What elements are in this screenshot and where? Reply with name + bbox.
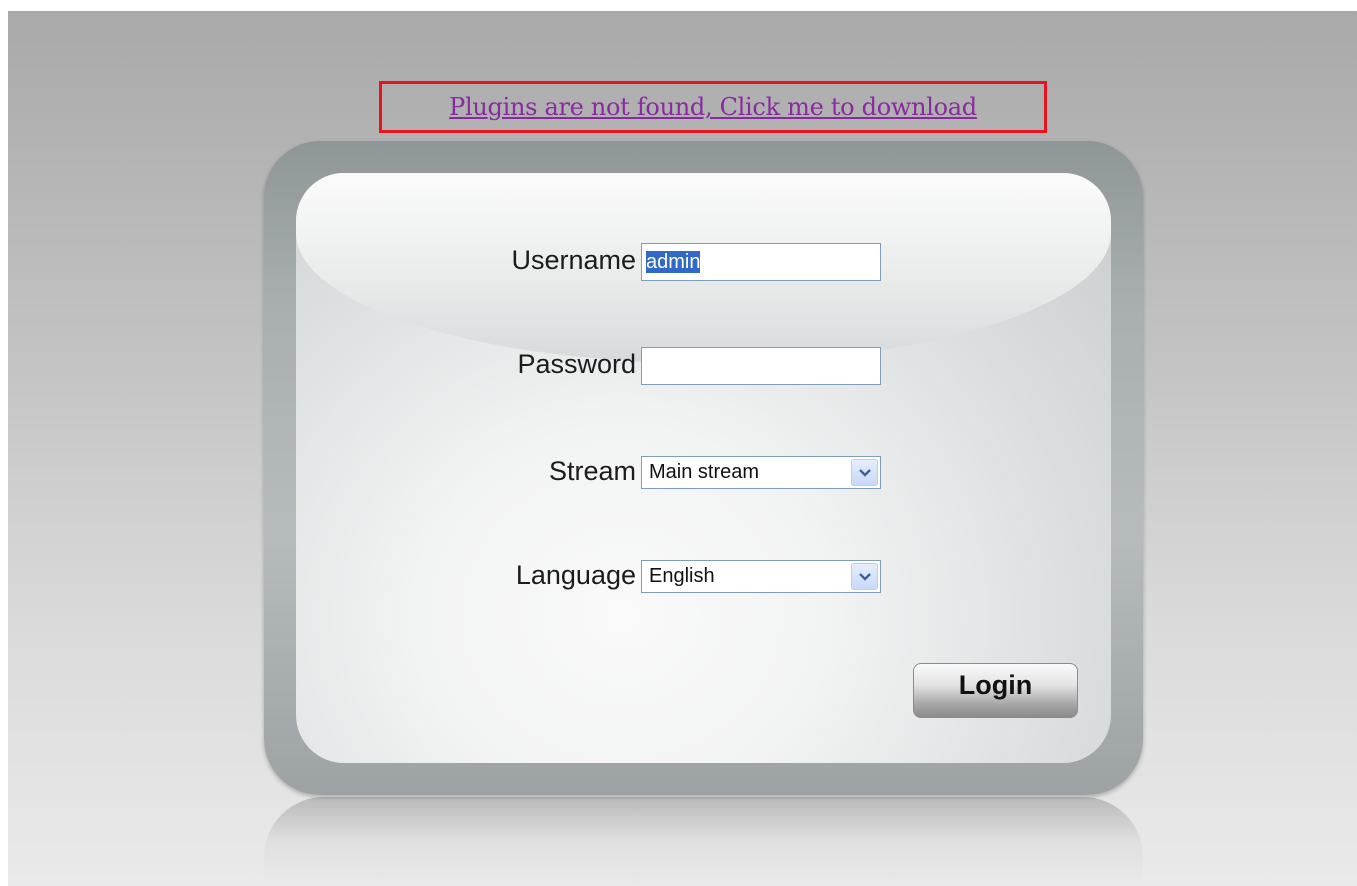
language-selected-value: English [649,565,715,587]
chevron-down-icon[interactable] [851,563,878,590]
username-label: Username [511,245,636,275]
language-select[interactable]: English [641,560,881,593]
password-input[interactable] [641,347,881,385]
plugin-notice: Plugins are not found, Click me to downl… [379,81,1047,133]
panel-reflection [264,797,1143,886]
stream-selected-value: Main stream [649,461,760,483]
username-input[interactable]: admin [641,243,881,281]
login-page: Plugins are not found, Click me to downl… [8,11,1357,886]
stream-label: Stream [548,456,636,486]
chevron-down-icon[interactable] [851,459,878,486]
stream-select[interactable]: Main stream [641,456,881,489]
password-label: Password [517,349,636,379]
login-panel-inner: Username admin Password Stream Main stre… [296,173,1111,763]
username-value: admin [646,251,701,273]
plugin-download-link[interactable]: Plugins are not found, Click me to downl… [449,93,977,121]
language-label: Language [515,560,636,590]
login-panel: Username admin Password Stream Main stre… [264,141,1143,795]
login-button[interactable]: Login [913,663,1078,718]
